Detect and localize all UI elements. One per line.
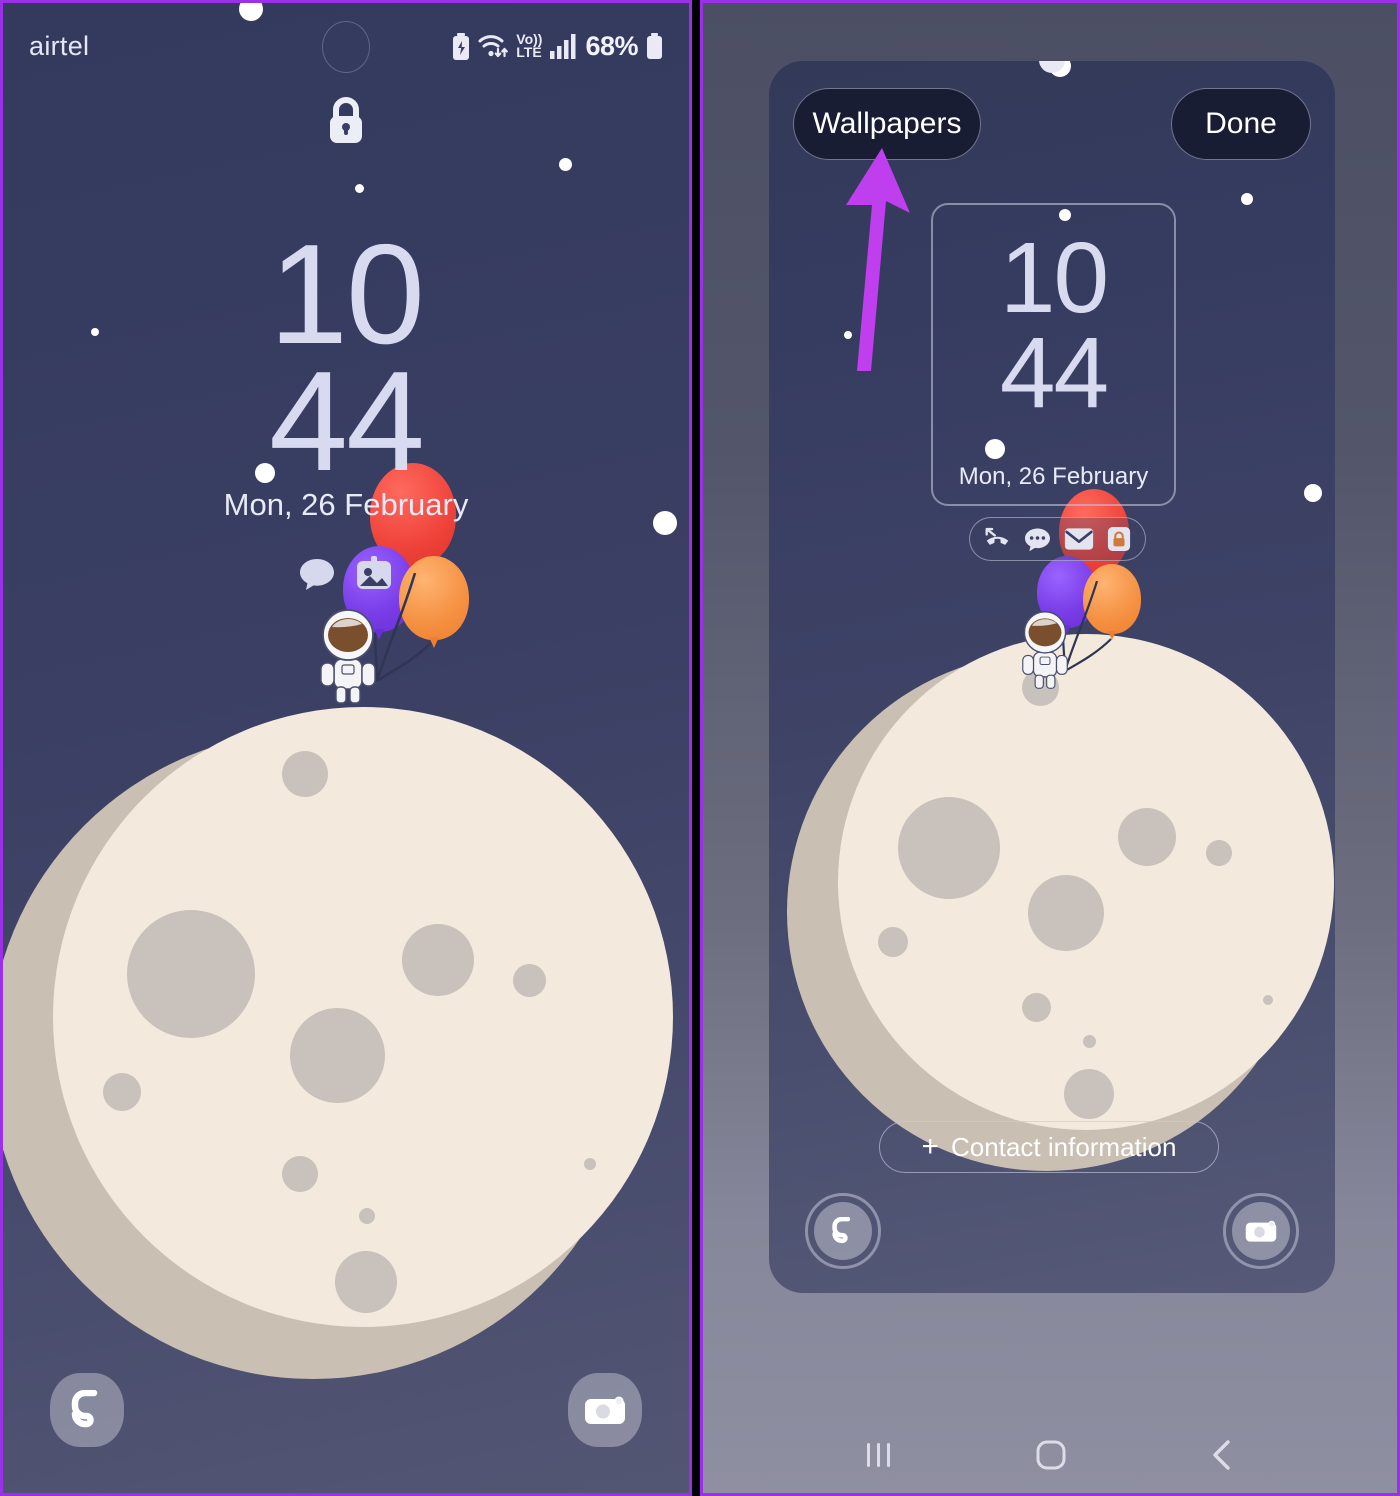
back-icon[interactable]: [1206, 1437, 1238, 1473]
photo-icon[interactable]: [355, 555, 393, 593]
star-dot: [239, 3, 263, 21]
phone-shortcut-button[interactable]: [50, 1373, 124, 1447]
left-screenshot-panel: airtel Vo)) LTE 68% 10 44 Mon, 26 Februa…: [0, 0, 692, 1496]
carrier-label: airtel: [29, 30, 90, 61]
star-dot: [1304, 484, 1322, 502]
phone-icon: [832, 1217, 851, 1244]
lock-date: Mon, 26 February: [223, 487, 469, 522]
mail-icon: [1064, 528, 1094, 550]
clock-hours: 10: [269, 215, 425, 374]
annotation-arrow: [846, 148, 910, 371]
notification-icons-chip[interactable]: [969, 517, 1146, 561]
chat-bubble-icon: [1025, 527, 1050, 551]
lock-icon: [330, 97, 362, 143]
phone-shortcut-button[interactable]: [805, 1193, 881, 1269]
preview-date: Mon, 26 February: [958, 463, 1149, 490]
notification-icons[interactable]: [3, 555, 689, 593]
recents-icon[interactable]: [862, 1438, 896, 1472]
phone-icon: [71, 1390, 98, 1428]
astronaut-illustration: [1022, 611, 1068, 689]
wifi-icon: [478, 34, 509, 57]
camera-shortcut-button[interactable]: [1223, 1193, 1299, 1269]
signal-bars-icon: [550, 34, 576, 59]
camera-icon: [1245, 1220, 1277, 1242]
star-dot: [1241, 193, 1253, 205]
lock-screen-editor: Wallpapers Done 10 44 Mon, 26 February +…: [703, 3, 1397, 1493]
chat-bubble-icon[interactable]: [299, 557, 335, 591]
moon-illustration: [776, 631, 1335, 1191]
preview-clock[interactable]: 10 44: [931, 222, 1176, 429]
right-screenshot-panel: Wallpapers Done 10 44 Mon, 26 February +…: [700, 0, 1400, 1496]
camera-shortcut-button[interactable]: [568, 1373, 642, 1447]
clock-hours: 10: [999, 222, 1109, 334]
lock-clock: 10 44: [3, 215, 689, 502]
done-button[interactable]: Done: [1171, 88, 1311, 160]
lock-screen[interactable]: airtel Vo)) LTE 68% 10 44 Mon, 26 Februa…: [3, 3, 689, 1493]
battery-percent-label: 68%: [585, 30, 638, 61]
camera-punch-hole: [322, 21, 370, 73]
wallpapers-button-label: Wallpapers: [812, 107, 962, 140]
plus-icon: +: [921, 1130, 940, 1163]
star-dot: [355, 184, 364, 193]
missed-call-icon: [985, 527, 1009, 545]
battery-saver-icon: [453, 32, 470, 60]
star-dot: [559, 158, 572, 171]
astronaut-illustration: [320, 609, 376, 704]
camera-icon: [585, 1396, 625, 1424]
clock-minutes: 44: [269, 342, 425, 502]
shopping-bag-icon: [1107, 527, 1131, 551]
home-icon[interactable]: [1033, 1437, 1069, 1473]
moon-illustration: [3, 703, 675, 1403]
contact-information-label: Contact information: [951, 1131, 1177, 1162]
contact-information-button[interactable]: + Contact information: [879, 1121, 1219, 1173]
volte-icon: Vo)) LTE: [516, 30, 543, 60]
screenshot-stage: airtel Vo)) LTE 68% 10 44 Mon, 26 Februa…: [0, 0, 1400, 1496]
battery-icon: [647, 33, 662, 59]
android-navigation-bar[interactable]: [703, 1417, 1397, 1493]
done-button-label: Done: [1205, 107, 1277, 140]
clock-minutes: 44: [999, 317, 1109, 429]
